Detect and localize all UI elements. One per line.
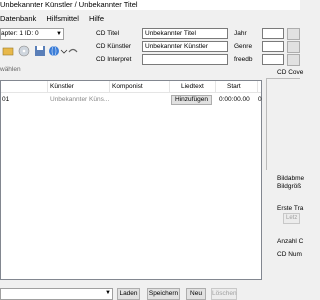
- track-extra: 0: [258, 96, 262, 103]
- cd-icon[interactable]: [18, 45, 30, 57]
- track-combo-value: apter: 1 ID: 0: [1, 30, 39, 37]
- open-icon[interactable]: [2, 45, 14, 57]
- chevron-down-icon: ▼: [56, 31, 62, 37]
- menu-hilfsmittel[interactable]: Hilfsmittel: [46, 14, 79, 23]
- year-button[interactable]: [287, 28, 300, 40]
- cd-interpret-label: CD Interpret: [96, 56, 132, 63]
- track-list[interactable]: Künstler Komponist Liedtext Start 01 Unb…: [0, 80, 262, 280]
- save-icon[interactable]: [34, 45, 46, 57]
- freedb-button[interactable]: [287, 54, 300, 66]
- menu-bar: Datenbank Hilfsmittel Hilfe: [0, 14, 112, 24]
- count-label: Anzahl C: [277, 238, 304, 245]
- track-combo[interactable]: apter: 1 ID: 0 ▼: [0, 28, 64, 40]
- year-field[interactable]: [262, 28, 284, 39]
- cd-artist-field[interactable]: Unbekannter Künstler: [142, 41, 228, 52]
- menu-datenbank[interactable]: Datenbank: [0, 14, 36, 23]
- genre-field[interactable]: [262, 41, 284, 52]
- cd-cover-frame: [266, 78, 300, 170]
- chevron-down-icon: ▼: [105, 290, 111, 296]
- cd-title-field[interactable]: Unbekannter Titel: [142, 28, 228, 39]
- track-artist: Unbekannter Küns...: [50, 96, 110, 103]
- cd-interpret-field[interactable]: [142, 54, 228, 65]
- column-lyrics[interactable]: Liedtext: [181, 81, 204, 93]
- window-title: Unbekannter Künstler / Unbekannter Titel: [0, 0, 300, 10]
- link-icon[interactable]: [67, 45, 79, 57]
- cd-artist-label: CD Künstler: [96, 43, 132, 50]
- image-size-label: Bildgröß: [277, 183, 302, 190]
- year-label: Jahr: [234, 30, 247, 37]
- first-track-label: Erste Tra: [277, 205, 304, 212]
- table-row[interactable]: 01 Unbekannter Küns... Hinzufügen 0:00:0…: [1, 94, 262, 106]
- cd-cover-label: CD Cove: [277, 69, 304, 76]
- track-number: 01: [2, 96, 10, 103]
- menu-hilfe[interactable]: Hilfe: [89, 14, 104, 23]
- column-artist[interactable]: Künstler: [50, 81, 74, 93]
- delete-button[interactable]: Löschen: [211, 288, 237, 300]
- cd-title-label: CD Titel: [96, 30, 120, 37]
- track-list-header: Künstler Komponist Liedtext Start: [1, 81, 261, 93]
- select-all-label[interactable]: wählen: [0, 66, 21, 73]
- first-track-button[interactable]: Letz: [283, 213, 300, 224]
- cd-number-label: CD Num: [277, 251, 302, 258]
- freedb-label: freedb: [234, 56, 253, 63]
- save-button[interactable]: Speichern: [147, 288, 180, 300]
- freedb-field[interactable]: [262, 54, 284, 65]
- add-lyrics-button[interactable]: Hinzufügen: [171, 95, 212, 105]
- image-dimensions-label: Bildabme: [277, 175, 305, 182]
- load-button[interactable]: Laden: [117, 288, 140, 300]
- column-composer[interactable]: Komponist: [112, 81, 143, 93]
- genre-button[interactable]: [287, 41, 300, 53]
- preset-combo[interactable]: ▼: [0, 288, 113, 300]
- genre-label: Genre: [234, 43, 253, 50]
- bottom-bar: ▼ Laden Speichern Neu Löschen: [0, 287, 300, 300]
- globe-icon[interactable]: [48, 45, 60, 57]
- column-start[interactable]: Start: [227, 81, 241, 93]
- track-start: 0:00:00.00: [219, 96, 250, 103]
- new-button[interactable]: Neu: [186, 288, 206, 300]
